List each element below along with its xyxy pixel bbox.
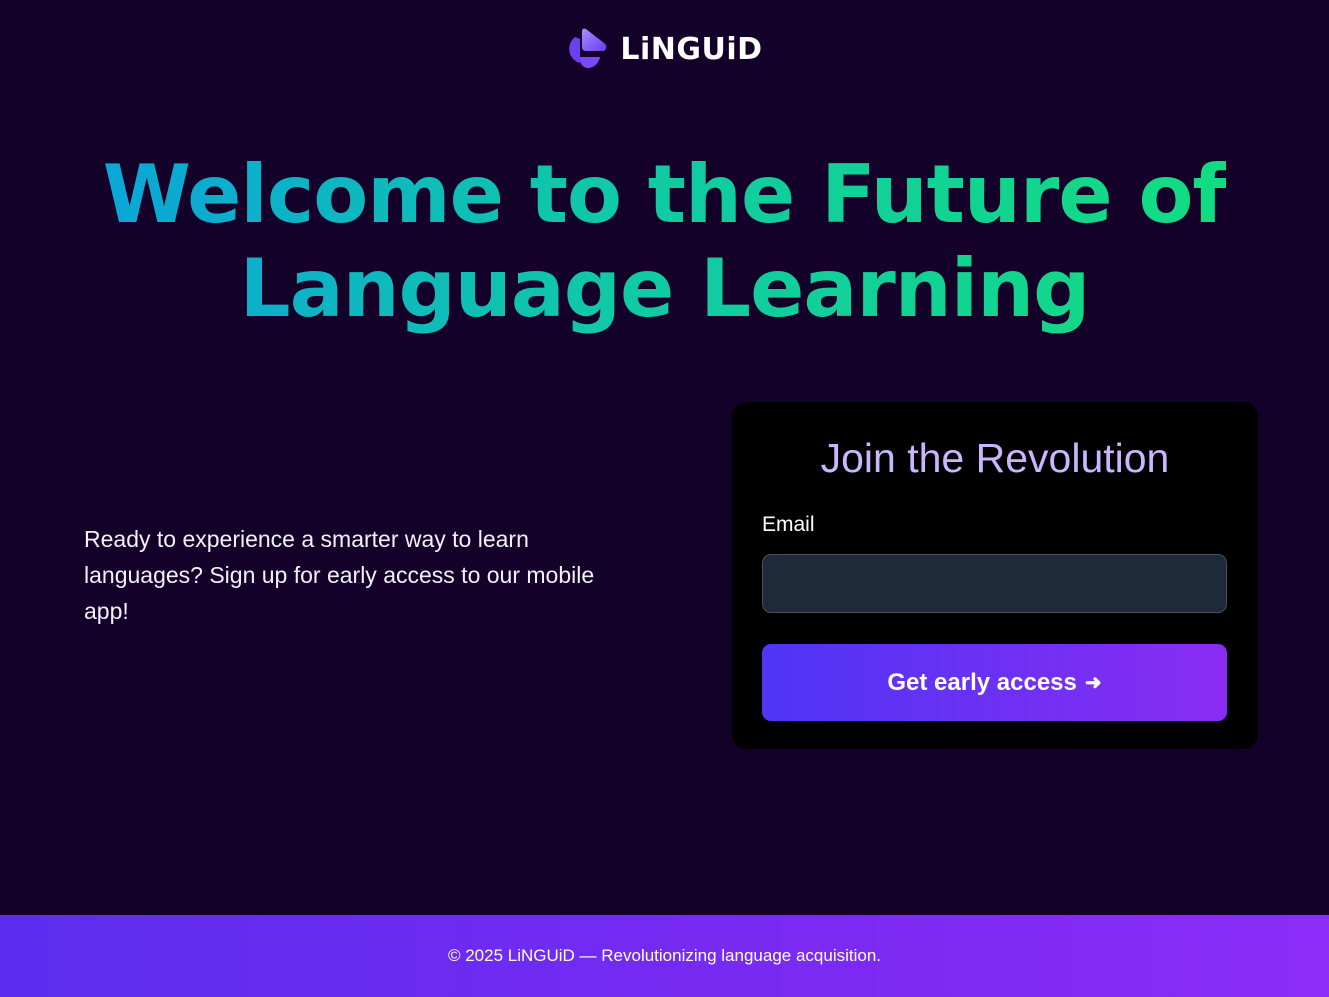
hero-section: Welcome to the Future of Language Learni… xyxy=(0,148,1329,336)
hero-headline: Welcome to the Future of Language Learni… xyxy=(103,148,1226,336)
brand-name: LiNGUiD xyxy=(620,31,763,67)
footer: © 2025 LiNGUiD — Revolutionizing languag… xyxy=(0,915,1329,997)
get-early-access-button[interactable]: Get early access ➜ xyxy=(762,644,1227,721)
hero-headline-line2: Language Learning xyxy=(239,242,1090,335)
email-field[interactable] xyxy=(762,554,1227,613)
signup-card: Join the Revolution Email Get early acce… xyxy=(732,402,1258,749)
header: LiNGUiD xyxy=(0,27,1329,71)
email-label: Email xyxy=(762,513,815,536)
hero-headline-line1: Welcome to the Future of xyxy=(102,148,1227,241)
logo[interactable]: LiNGUiD xyxy=(566,27,762,71)
intro-text: Ready to experience a smarter way to lea… xyxy=(84,526,595,624)
linguid-logo-icon xyxy=(569,28,607,68)
footer-copyright: © 2025 LiNGUiD — Revolutionizing languag… xyxy=(447,946,882,965)
get-early-access-label: Get early access xyxy=(887,668,1077,696)
arrow-right-icon: ➜ xyxy=(1084,672,1102,694)
signup-title: Join the Revolution xyxy=(820,435,1170,481)
